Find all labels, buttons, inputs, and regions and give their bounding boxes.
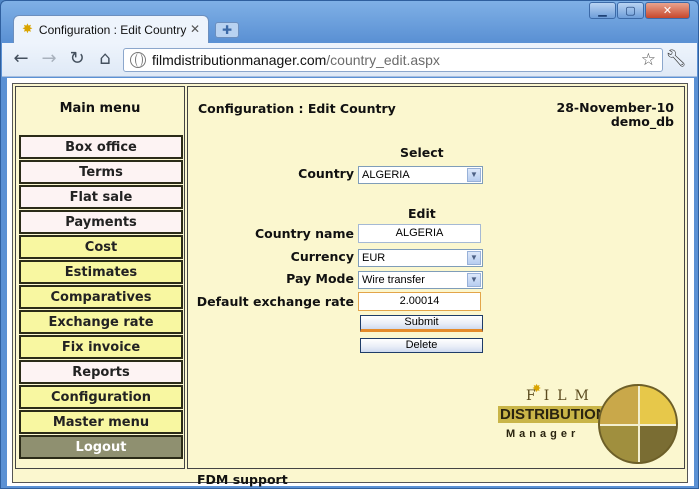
globe-icon	[130, 52, 146, 68]
logo-line-distribution: DISTRIBUTION	[498, 406, 609, 423]
browser-tab[interactable]: ✸ Configuration : Edit Country ✕	[13, 15, 209, 43]
country-name-label: Country name	[254, 226, 354, 241]
delete-button[interactable]: Delete	[360, 338, 483, 353]
logo-line-manager: Manager	[506, 428, 580, 440]
fdm-support-link[interactable]: FDM support	[197, 472, 288, 487]
new-tab-button[interactable]: ✚	[215, 22, 239, 38]
menu-item-fix-invoice[interactable]: Fix invoice	[19, 335, 183, 359]
database-name: demo_db	[610, 114, 674, 129]
chevron-down-icon[interactable]: ▼	[467, 273, 481, 287]
maximize-button[interactable]: ▢	[617, 2, 644, 19]
pay-mode-label: Pay Mode	[286, 271, 354, 286]
address-bar[interactable]: filmdistributionmanager.com/country_edit…	[123, 48, 663, 72]
currency-select-value: EUR	[362, 252, 386, 264]
menu-item-estimates[interactable]: Estimates	[19, 260, 183, 284]
url-host: filmdistributionmanager.com	[152, 52, 327, 68]
chevron-down-icon[interactable]: ▼	[467, 168, 481, 182]
menu-item-exchange-rate[interactable]: Exchange rate	[19, 310, 183, 334]
country-label: Country	[298, 166, 354, 181]
edit-section-heading: Edit	[408, 206, 436, 221]
main-menu: Main menu Box office Terms Flat sale Pay…	[15, 86, 185, 469]
menu-item-terms[interactable]: Terms	[19, 160, 183, 184]
exchange-rate-input[interactable]: 2.00014	[358, 292, 481, 311]
menu-item-comparatives[interactable]: Comparatives	[19, 285, 183, 309]
pay-mode-select-value: Wire transfer	[362, 274, 425, 286]
menu-item-master-menu[interactable]: Master menu	[19, 410, 183, 434]
menu-item-flat-sale[interactable]: Flat sale	[19, 185, 183, 209]
menu-item-logout[interactable]: Logout	[19, 435, 183, 459]
current-date: 28-November-10	[556, 100, 674, 115]
pay-mode-select[interactable]: Wire transfer ▼	[358, 271, 483, 289]
home-icon[interactable]: ⌂	[94, 49, 116, 69]
back-arrow-icon[interactable]: ←	[10, 49, 32, 69]
tab-close-icon[interactable]: ✕	[190, 22, 200, 36]
menu-item-box-office[interactable]: Box office	[19, 135, 183, 159]
logo-line-film: FILM	[526, 388, 597, 404]
url-path: /country_edit.aspx	[326, 52, 440, 68]
wrench-icon[interactable]: 🔧︎	[665, 49, 687, 69]
forward-arrow-icon[interactable]: →	[38, 49, 60, 69]
favicon-star-icon: ✸	[22, 22, 33, 37]
browser-toolbar: ← → ↻ ⌂ filmdistributionmanager.com/coun…	[2, 43, 697, 77]
currency-label: Currency	[290, 249, 354, 264]
menu-item-payments[interactable]: Payments	[19, 210, 183, 234]
currency-select[interactable]: EUR ▼	[358, 249, 483, 267]
bookmark-star-icon[interactable]: ☆	[641, 50, 656, 70]
menu-item-configuration[interactable]: Configuration	[19, 385, 183, 409]
exchange-rate-label: Default exchange rate	[196, 294, 354, 309]
logo-disc-icon	[598, 384, 678, 464]
header-info: 28-November-10 demo_db	[557, 101, 674, 129]
tab-title: Configuration : Edit Country	[38, 22, 187, 37]
country-select-value: ALGERIA	[362, 169, 410, 181]
main-content: Configuration : Edit Country 28-November…	[187, 86, 685, 469]
browser-window: ▁ ▢ ✕ ✸ Configuration : Edit Country ✕ ✚…	[0, 0, 699, 489]
chevron-down-icon[interactable]: ▼	[467, 251, 481, 265]
close-button[interactable]: ✕	[645, 2, 690, 19]
fdm-logo: ✸ FILM DISTRIBUTION Manager	[498, 382, 680, 464]
page-title: Configuration : Edit Country	[198, 101, 396, 116]
select-section-heading: Select	[400, 145, 444, 160]
window-controls: ▁ ▢ ✕	[588, 2, 690, 19]
menu-item-cost[interactable]: Cost	[19, 235, 183, 259]
country-select[interactable]: ALGERIA ▼	[358, 166, 483, 184]
submit-button[interactable]: Submit	[360, 315, 483, 332]
menu-item-reports[interactable]: Reports	[19, 360, 183, 384]
page-viewport: Main menu Box office Terms Flat sale Pay…	[7, 78, 694, 487]
page-container: Main menu Box office Terms Flat sale Pay…	[12, 83, 688, 487]
country-name-input[interactable]: ALGERIA	[358, 224, 481, 243]
minimize-button[interactable]: ▁	[589, 2, 616, 19]
reload-icon[interactable]: ↻	[66, 49, 88, 69]
main-menu-title: Main menu	[59, 101, 141, 116]
